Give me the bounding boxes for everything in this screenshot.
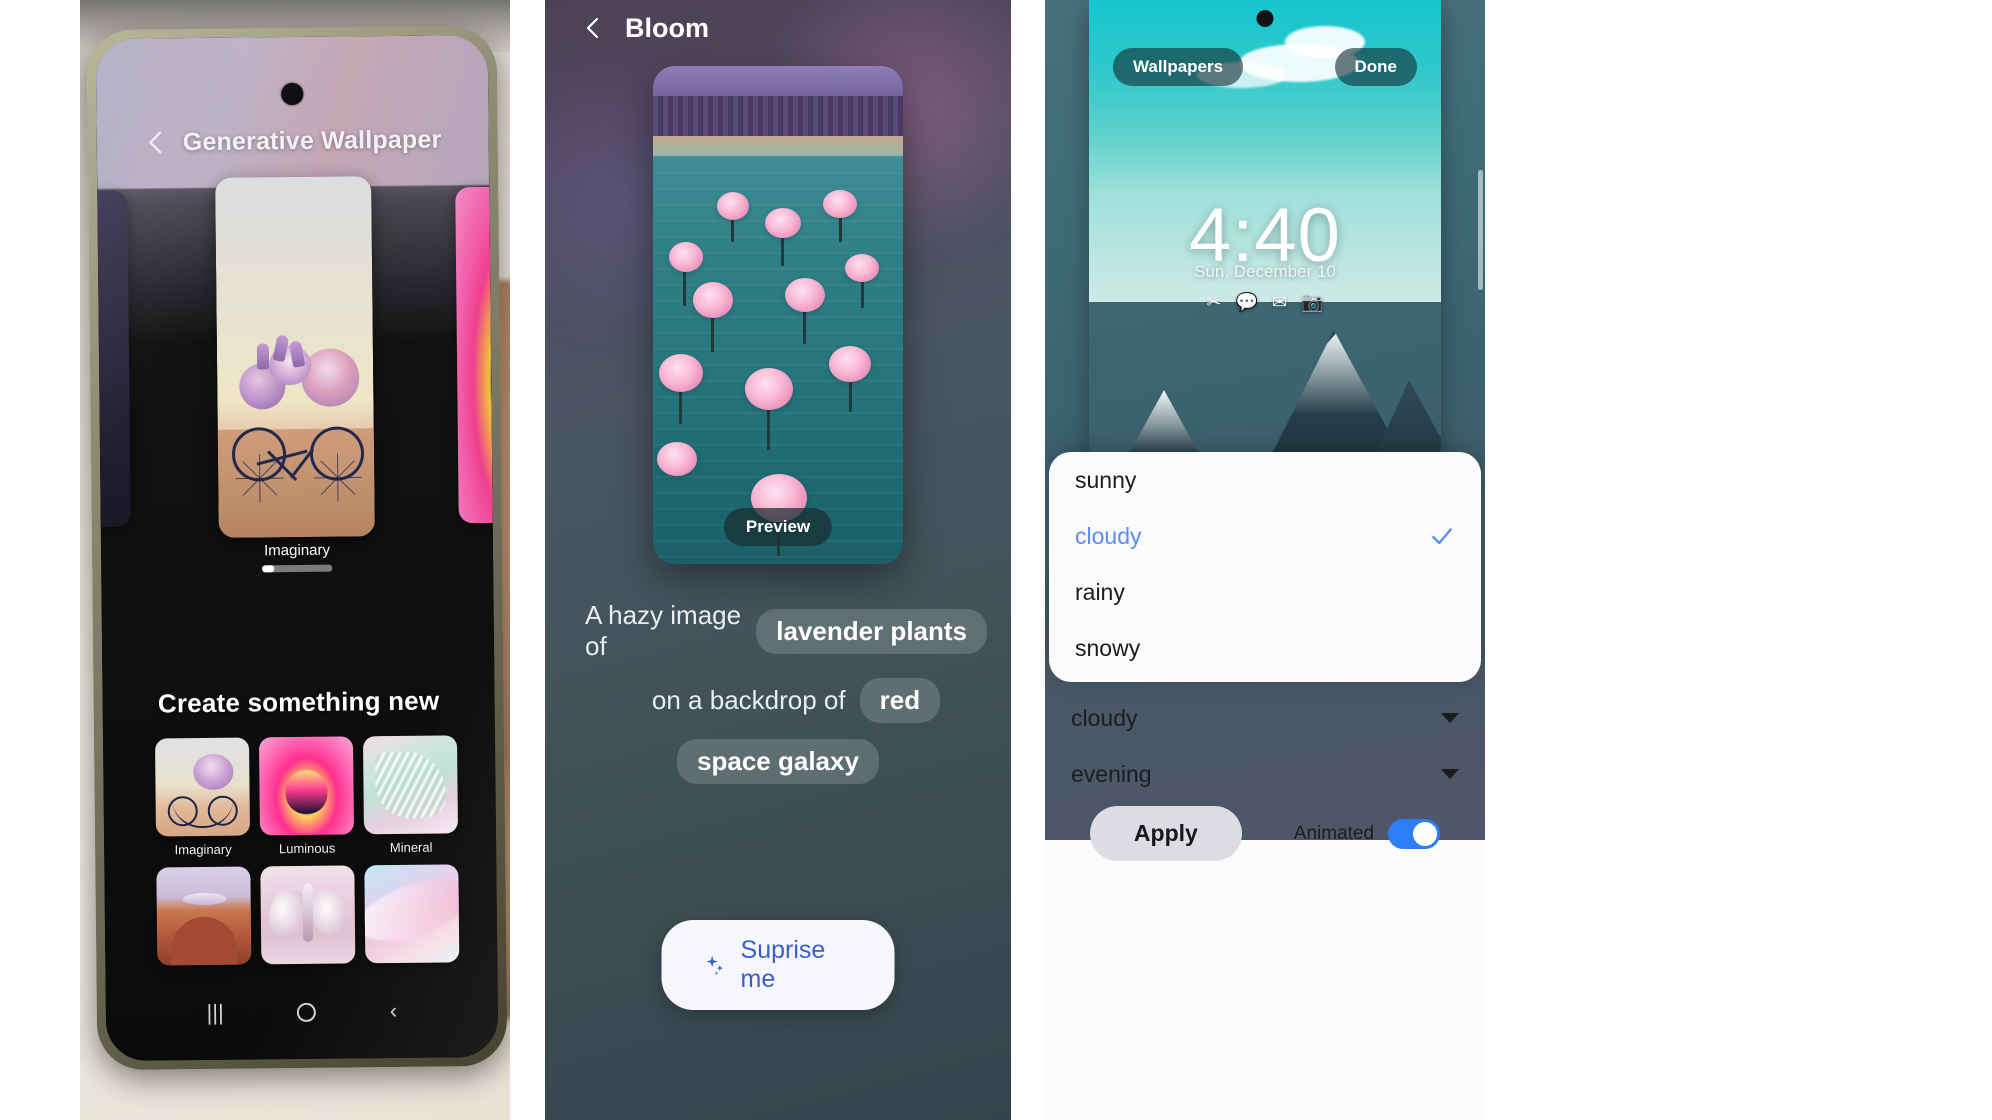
prompt-chip-color[interactable]: red	[859, 678, 941, 723]
weather-select-value: cloudy	[1071, 704, 1138, 731]
dropdown-option-snowy[interactable]: snowy	[1049, 620, 1481, 676]
settings-panel-background	[1045, 840, 1485, 1120]
style-grid: Imaginary Luminous Mineral	[154, 735, 463, 966]
settings-footer: Apply Animated	[1045, 806, 1485, 861]
carousel-card-current[interactable]	[215, 176, 375, 538]
option-label: rainy	[1075, 578, 1125, 605]
back-chevron-icon[interactable]	[143, 129, 169, 155]
option-label: cloudy	[1075, 522, 1142, 549]
phone-screen: Generative Wallpaper Imaginary Create so…	[95, 34, 499, 1062]
style-tile-moth[interactable]	[260, 865, 356, 965]
tulip	[256, 343, 270, 370]
style-tile-silk[interactable]	[364, 864, 460, 964]
style-tile-luminous[interactable]: Luminous	[258, 736, 355, 857]
thumbnail-imaginary	[154, 737, 251, 837]
option-label: snowy	[1075, 634, 1141, 661]
bloom-header: Bloom	[581, 2, 709, 54]
bicycle-wheel	[231, 427, 287, 503]
page-title: Generative Wallpaper	[182, 124, 442, 156]
scissors-icon[interactable]: ✂	[1206, 292, 1221, 313]
lockscreen-date: Sun, December 10	[1194, 262, 1336, 281]
animated-toggle-group: Animated	[1293, 818, 1441, 849]
surprise-me-button[interactable]: Suprise me	[661, 920, 895, 1010]
android-navigation-bar: ||| ‹	[106, 987, 498, 1037]
preview-badge[interactable]: Preview	[723, 508, 833, 546]
sparkles-icon	[706, 955, 723, 975]
thumbnail-silk	[364, 864, 460, 964]
carousel-current-label: Imaginary	[264, 541, 331, 560]
dropdown-option-sunny[interactable]: sunny	[1049, 452, 1481, 508]
thumbnail-canyon	[156, 866, 252, 966]
message-icon[interactable]: 💬	[1236, 292, 1258, 313]
phone-bezel: Generative Wallpaper Imaginary Create so…	[95, 34, 499, 1062]
thumbnail-luminous	[258, 736, 355, 836]
carousel-card-next[interactable]	[455, 186, 499, 524]
screenshot-root: Generative Wallpaper Imaginary Create so…	[0, 0, 1992, 1120]
home-button[interactable]	[297, 1002, 317, 1022]
weather-dropdown-menu[interactable]: sunny cloudy rainy snowy	[1049, 452, 1481, 682]
front-camera-punchhole	[1256, 10, 1274, 27]
check-icon	[1432, 528, 1452, 545]
panel-bloom-prompt: Bloom Preview A hazy image of lavender p…	[545, 0, 1011, 1120]
prompt-chip-subject[interactable]: lavender plants	[756, 608, 987, 654]
prompt-chip-backdrop[interactable]: space galaxy	[677, 739, 879, 784]
carousel-card-prev[interactable]	[95, 190, 131, 528]
preview-top-actions: Wallpapers Done	[1089, 48, 1441, 86]
surprise-me-label: Suprise me	[740, 936, 826, 993]
wallpapers-chip[interactable]: Wallpapers	[1113, 48, 1244, 86]
panel-lockscreen-settings: Wallpapers Done 4:40 Sun, December 10 ✂ …	[1045, 0, 1485, 1120]
section-heading: Create something new	[157, 685, 440, 719]
style-label: Imaginary	[174, 841, 232, 858]
time-of-day-select-row[interactable]: evening	[1045, 746, 1485, 802]
animated-toggle[interactable]	[1388, 818, 1441, 849]
page-title: Bloom	[625, 12, 709, 43]
style-label: Mineral	[389, 839, 433, 856]
apply-button[interactable]: Apply	[1089, 806, 1242, 861]
weather-select-row[interactable]: cloudy	[1045, 690, 1485, 746]
camera-icon[interactable]: 📷	[1301, 292, 1323, 313]
dropdown-option-rainy[interactable]: rainy	[1049, 564, 1481, 620]
style-tile-mineral[interactable]: Mineral	[362, 735, 458, 856]
done-chip[interactable]: Done	[1334, 48, 1417, 86]
style-tile-imaginary[interactable]: Imaginary	[154, 737, 251, 858]
back-chevron-icon[interactable]	[581, 16, 605, 40]
style-label: Luminous	[278, 840, 336, 857]
thumbnail-mineral	[362, 735, 458, 835]
chevron-down-icon[interactable]	[1441, 713, 1459, 723]
prompt-line-3: space galaxy	[569, 739, 987, 784]
prompt-line-2: on a backdrop of red	[569, 678, 987, 723]
phone-device: Generative Wallpaper Imaginary Create so…	[86, 25, 508, 1071]
app-header: Generative Wallpaper	[96, 113, 489, 169]
preview-forest	[653, 95, 903, 141]
wallpaper-preview-card[interactable]: Preview	[653, 66, 903, 564]
panel-generative-wallpaper-photo: Generative Wallpaper Imaginary Create so…	[80, 0, 510, 1120]
wallpaper-carousel[interactable]	[95, 175, 499, 549]
scrollbar[interactable]	[1478, 170, 1483, 290]
bicycle-wheel	[309, 426, 365, 502]
option-label: sunny	[1075, 466, 1137, 493]
time-of-day-select-value: evening	[1071, 760, 1152, 787]
chevron-down-icon[interactable]	[1441, 769, 1459, 779]
recents-button[interactable]: |||	[206, 1000, 223, 1026]
carousel-pagination[interactable]	[262, 564, 333, 573]
mail-icon[interactable]: ✉	[1272, 292, 1287, 313]
front-camera-punchhole	[281, 82, 304, 106]
prompt-static-text: on a backdrop of	[651, 685, 846, 715]
style-tile-canyon[interactable]	[156, 866, 252, 966]
thumbnail-moth	[260, 865, 356, 965]
lockscreen-shortcut-icons: ✂ 💬 ✉ 📷	[1089, 292, 1441, 313]
animated-label: Animated	[1293, 822, 1375, 844]
dropdown-option-cloudy[interactable]: cloudy	[1049, 508, 1481, 564]
prompt-static-text: A hazy image of	[585, 600, 742, 661]
prompt-editor: A hazy image of lavender plants on a bac…	[545, 600, 1011, 800]
back-button[interactable]: ‹	[390, 998, 398, 1024]
prompt-line-1: A hazy image of lavender plants	[569, 600, 987, 662]
